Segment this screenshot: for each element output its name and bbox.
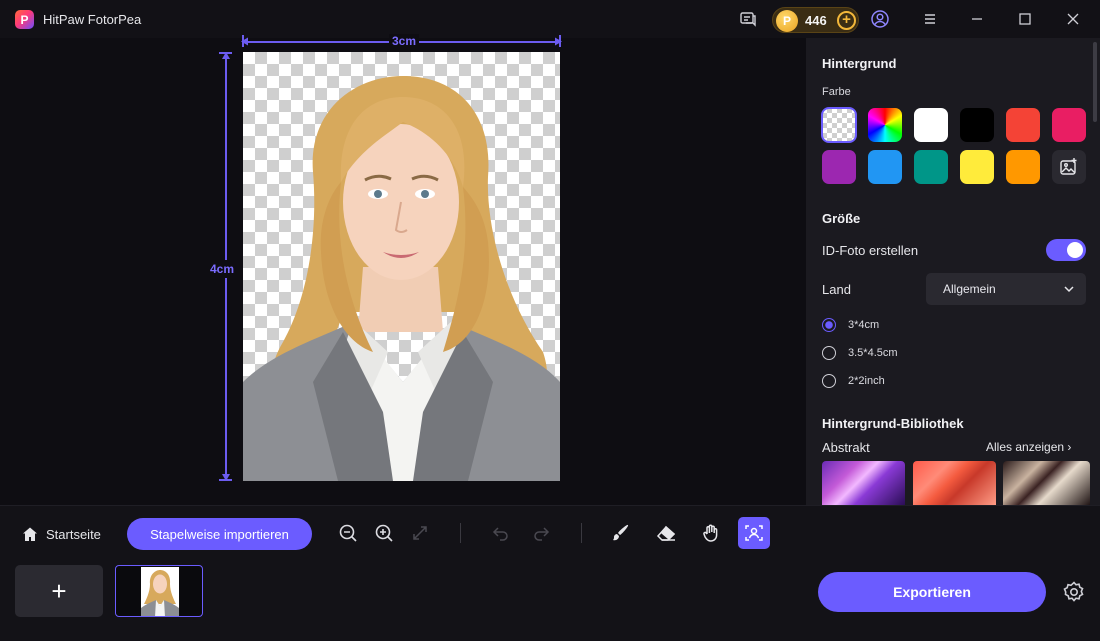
minimize-icon[interactable] — [967, 9, 987, 29]
chevron-down-icon — [1064, 286, 1074, 293]
home-icon — [23, 527, 37, 541]
color-label: Farbe — [822, 86, 851, 98]
size-option-radio-2[interactable] — [822, 346, 836, 360]
credits-badge[interactable]: P 446 + — [772, 7, 859, 33]
eraser-icon[interactable] — [653, 520, 679, 546]
arrow-right-icon — [555, 37, 562, 46]
maximize-icon[interactable] — [1015, 9, 1035, 29]
size-option-label-2: 3.5*4.5cm — [848, 347, 898, 359]
library-thumbnail-1[interactable] — [822, 461, 905, 505]
home-button[interactable]: Startseite — [22, 523, 101, 545]
hand-icon[interactable] — [698, 520, 724, 546]
size-section-title: Größe — [822, 211, 861, 226]
image-plus-icon — [1060, 158, 1077, 175]
swatch-blue[interactable] — [868, 150, 902, 184]
coin-icon: P — [776, 10, 798, 32]
swatch-orange[interactable] — [1006, 150, 1040, 184]
swatch-teal[interactable] — [914, 150, 948, 184]
zoom-in-icon[interactable] — [371, 520, 397, 546]
settings-gear-icon[interactable] — [1062, 580, 1086, 604]
swatch-black[interactable] — [960, 108, 994, 142]
home-label: Startseite — [46, 526, 101, 542]
title-bar: P HitPaw FotorPea P 446 + — [0, 0, 1100, 38]
add-credits-button[interactable]: + — [837, 11, 856, 30]
image-thumbnail[interactable] — [115, 565, 203, 617]
app-window: P HitPaw FotorPea P 446 + 3cm 4cm Hinter… — [0, 0, 1100, 641]
close-icon[interactable] — [1063, 9, 1083, 29]
user-account-icon[interactable] — [870, 9, 890, 29]
swatch-yellow[interactable] — [960, 150, 994, 184]
zoom-out-icon[interactable] — [335, 520, 361, 546]
swatch-rainbow[interactable] — [868, 108, 902, 142]
export-button[interactable]: Exportieren — [818, 572, 1046, 612]
panel-scrollbar[interactable] — [1093, 42, 1097, 122]
add-image-button[interactable]: + — [15, 565, 103, 617]
library-category: Abstrakt — [822, 440, 870, 455]
swatch-white[interactable] — [914, 108, 948, 142]
credits-count: 446 — [805, 13, 827, 28]
menu-icon[interactable] — [920, 9, 940, 29]
swatch-transparent[interactable] — [821, 107, 857, 143]
undo-icon[interactable] — [488, 520, 514, 546]
id-photo-toggle[interactable] — [1046, 239, 1086, 261]
redo-icon[interactable] — [528, 520, 554, 546]
library-thumbnail-2[interactable] — [913, 461, 996, 505]
app-title: HitPaw FotorPea — [43, 12, 142, 27]
swatch-red[interactable] — [1006, 108, 1040, 142]
size-option-radio-3[interactable] — [822, 374, 836, 388]
fit-screen-icon[interactable] — [407, 520, 433, 546]
app-logo-icon: P — [15, 10, 34, 29]
width-label: 3cm — [389, 34, 420, 48]
bottom-toolbar: Startseite Stapelweise importieren + Exp… — [0, 505, 1100, 641]
add-image-background-button[interactable] — [1052, 150, 1086, 184]
library-thumbnail-3[interactable] — [1003, 461, 1090, 505]
portrait-photo[interactable] — [243, 52, 560, 481]
arrow-down-icon — [222, 474, 230, 481]
id-photo-tool-icon[interactable] — [738, 517, 770, 549]
swatch-purple[interactable] — [822, 150, 856, 184]
canvas-area[interactable]: 3cm 4cm — [0, 34, 806, 505]
settings-panel: Hintergrund Farbe Größe ID-Foto erstelle… — [806, 38, 1100, 505]
chevron-right-icon: › — [1067, 440, 1072, 454]
batch-import-button[interactable]: Stapelweise importieren — [127, 518, 312, 550]
show-all-link[interactable]: Alles anzeigen › — [986, 440, 1071, 454]
swatch-pink[interactable] — [1052, 108, 1086, 142]
id-photo-label: ID-Foto erstellen — [822, 243, 919, 258]
feedback-icon[interactable] — [738, 9, 758, 29]
background-section-title: Hintergrund — [822, 56, 897, 71]
height-label: 4cm — [210, 260, 235, 278]
size-option-label-3: 2*2inch — [848, 375, 885, 387]
size-option-label-1: 3*4cm — [848, 319, 880, 331]
country-select[interactable]: Allgemein — [926, 273, 1086, 305]
country-select-value: Allgemein — [943, 282, 996, 296]
library-section-title: Hintergrund-Bibliothek — [822, 416, 964, 431]
country-label: Land — [822, 282, 851, 297]
size-option-radio-1[interactable] — [822, 318, 836, 332]
brush-icon[interactable] — [608, 520, 634, 546]
